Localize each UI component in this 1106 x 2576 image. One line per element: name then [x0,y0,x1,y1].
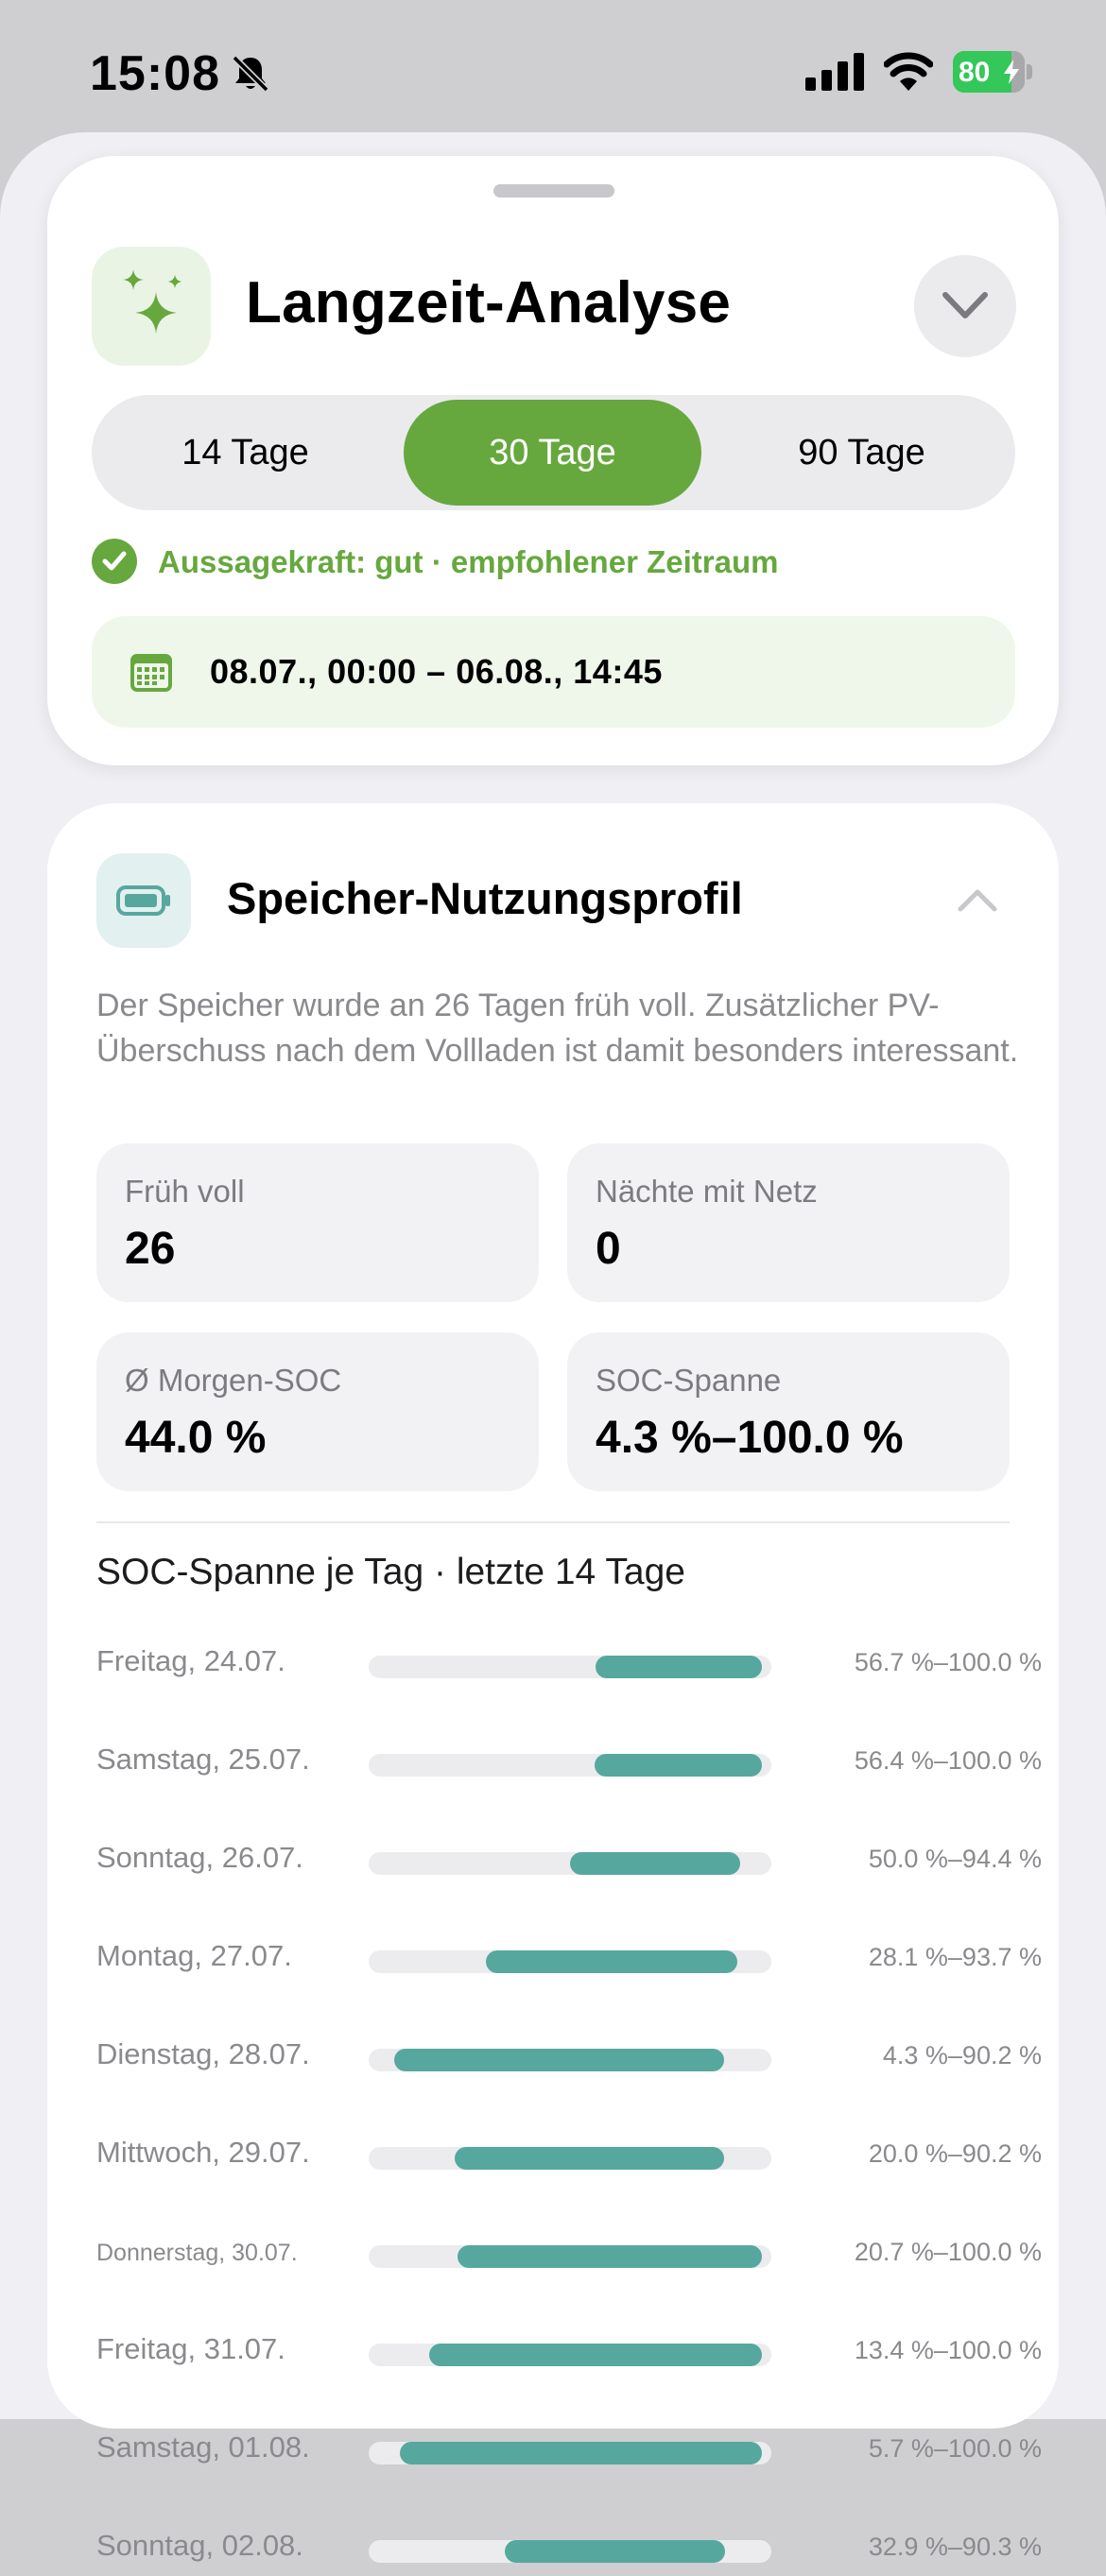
chart-bar [595,1754,762,1777]
stat-card-early-full: Früh voll 26 [96,1143,539,1302]
chevron-down-icon [942,292,988,318]
stat-label: Früh voll [125,1174,245,1209]
chart-data-label: 56.7 %–100.0 % [854,1648,1042,1676]
chart-data-label: 4.3 %–90.2 % [882,2041,1042,2069]
period-segmented-control: 14 Tage 30 Tage 90 Tage [92,395,1015,510]
chart-bar [486,1950,737,1973]
stat-card-morning-soc: Ø Morgen-SOC 44.0 % [96,1332,539,1491]
period-option-30-selected[interactable]: 30 Tage [404,400,701,506]
chart-row: Sonntag, 02.08. 32.9 %–90.3 % [96,2519,1042,2576]
chart-bar [505,2540,725,2563]
date-range-text: 08.07., 00:00 – 06.08., 14:45 [210,652,663,691]
chevron-up-icon[interactable] [957,886,998,915]
chart-data-label: 56.4 %–100.0 % [854,1746,1042,1775]
section-title: Speicher-Nutzungsprofil [227,873,743,923]
chart-category-label: Samstag, 01.08. [96,2430,310,2464]
period-option-14[interactable]: 14 Tage [92,395,399,510]
chart-category-label: Donnerstag, 30.07. [96,2240,298,2266]
chart-bar-track [369,2147,771,2170]
chart-data-label: 50.0 %–94.4 % [868,1845,1042,1873]
chart-category-label: Freitag, 24.07. [96,1644,285,1677]
chart-bar [458,2245,762,2268]
chart-category-label: Mittwoch, 29.07. [96,2136,310,2169]
chart-bar-track [369,1852,771,1875]
chart-bar [429,2344,762,2366]
chart-row: Donnerstag, 30.07. 20.7 %–100.0 % [96,2224,1042,2281]
chart-bar-track [369,2442,771,2464]
long-term-analysis-card: Langzeit-Analyse 14 Tage 30 Tage 90 Tage… [47,156,1059,765]
wifi-icon [884,52,933,91]
chart-row: Mittwoch, 29.07. 20.0 %–90.2 % [96,2126,1042,2183]
chart-data-label: 5.7 %–100.0 % [868,2434,1042,2463]
chart-category-label: Sonntag, 26.07. [96,1841,303,1874]
status-bar: 15:08 80 [0,0,1106,142]
chart-row: Samstag, 25.07. 56.4 %–100.0 % [96,1733,1042,1790]
chart-bar-track [369,2049,771,2071]
period-option-90[interactable]: 90 Tage [708,395,1015,510]
chart-bar-track [369,1950,771,1973]
chart-data-label: 20.0 %–90.2 % [868,2139,1042,2168]
date-range-box: 08.07., 00:00 – 06.08., 14:45 [92,616,1015,728]
stat-card-soc-range: SOC-Spanne 4.3 %–100.0 % [567,1332,1010,1491]
calendar-icon [130,654,172,692]
sparkles-icon [92,247,211,366]
cellular-signal-icon [805,53,864,91]
chart-bar-track [369,1656,771,1678]
stat-value: 26 [125,1224,176,1274]
chart-row: Sonntag, 26.07. 50.0 %–94.4 % [96,1831,1042,1888]
stat-value: 44.0 % [125,1413,267,1463]
chart-bar [394,2049,724,2071]
chart-bar [596,1656,762,1678]
section-description: Der Speicher wurde an 26 Tagen früh voll… [96,987,1019,1069]
stat-value: 4.3 %–100.0 % [596,1413,904,1463]
chart-bar-track [369,2245,771,2268]
chart-category-label: Freitag, 31.07. [96,2332,285,2365]
bell-slash-icon [232,55,269,93]
storage-usage-card: Speicher-Nutzungsprofil Der Speicher wur… [47,803,1059,2563]
chart-row: Dienstag, 28.07. 4.3 %–90.2 % [96,2028,1042,2085]
chart-bar [570,1852,740,1875]
stat-label: Ø Morgen-SOC [125,1363,342,1398]
chart-data-label: 20.7 %–100.0 % [854,2238,1042,2266]
page-title: Langzeit-Analyse [246,270,732,335]
sheet-grabber[interactable] [493,184,614,197]
chart-row: Samstag, 01.08. 5.7 %–100.0 % [96,2421,1042,2478]
quality-text: Aussagekraft: gut · empfohlener Zeitraum [158,544,779,579]
battery-percent: 80 [959,57,991,88]
stat-label: SOC-Spanne [596,1363,782,1398]
chart-bar-track [369,1754,771,1777]
battery-icon [96,853,191,948]
battery-charging-icon: 80 [953,51,1032,93]
chart-category-label: Samstag, 25.07. [96,1743,310,1776]
collapse-button[interactable] [914,255,1016,357]
stat-label: Nächte mit Netz [596,1174,818,1209]
chart-data-label: 32.9 %–90.3 % [868,2533,1042,2561]
chart-bar [400,2442,762,2464]
chart-bar-track [369,2540,771,2563]
stat-card-grid-nights: Nächte mit Netz 0 [567,1143,1010,1302]
chart-data-label: 28.1 %–93.7 % [868,1943,1042,1971]
chart-title: SOC-Spanne je Tag · letzte 14 Tage [96,1552,685,1592]
chart-bar-track [369,2344,771,2366]
chart-category-label: Dienstag, 28.07. [96,2037,310,2070]
divider [96,1521,1010,1523]
chart-category-label: Sonntag, 02.08. [96,2529,303,2562]
chart-category-label: Montag, 27.07. [96,1939,292,1972]
stat-value: 0 [596,1224,621,1274]
chart-bar [455,2147,724,2170]
chart-row: Montag, 27.07. 28.1 %–93.7 % [96,1930,1042,1986]
checkmark-circle-icon [92,539,137,584]
chart-row: Freitag, 24.07. 56.7 %–100.0 % [96,1635,1042,1692]
status-time: 15:08 [90,46,220,101]
chart-data-label: 13.4 %–100.0 % [854,2336,1042,2364]
chart-row: Freitag, 31.07. 13.4 %–100.0 % [96,2323,1042,2379]
